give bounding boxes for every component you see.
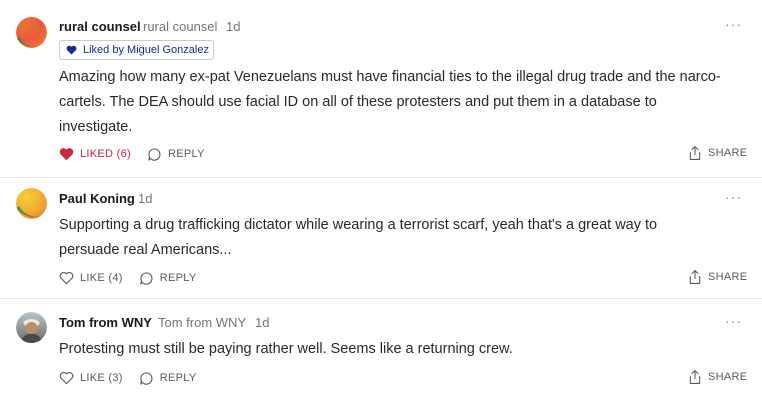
reply-button[interactable]: REPLY xyxy=(139,371,197,386)
share-button[interactable]: SHARE xyxy=(688,145,747,161)
timestamp: 1d xyxy=(226,19,241,34)
heart-icon xyxy=(66,45,77,55)
comment-actions: LIKED (6) REPLY xyxy=(59,145,221,163)
share-button[interactable]: SHARE xyxy=(688,369,747,385)
speech-bubble-icon xyxy=(140,371,153,385)
like-button[interactable]: LIKE (4) xyxy=(59,271,123,285)
comment-actions: LIKE (4) REPLY xyxy=(59,269,213,287)
share-icon xyxy=(689,270,701,284)
author-handle[interactable]: Tom from WNY xyxy=(158,315,246,330)
more-options-icon[interactable]: ··· xyxy=(725,16,742,32)
comment-body: Protesting must still be paying rather w… xyxy=(59,337,749,362)
author-handle[interactable]: rural counsel xyxy=(143,19,217,34)
comment-actions: LIKE (3) REPLY xyxy=(59,369,213,387)
comment-line: persuade real Americans... xyxy=(59,242,232,258)
liked-by-label: Liked by Miguel Gonzalez xyxy=(83,44,209,56)
author-name[interactable]: rural counsel xyxy=(59,19,141,34)
avatar[interactable] xyxy=(16,188,47,219)
comment-line: Protesting must still be paying rather w… xyxy=(59,341,513,357)
share-label: SHARE xyxy=(708,371,748,383)
comment-line: Amazing how many ex-pat Venezuelans must… xyxy=(59,69,721,85)
like-button[interactable]: LIKE (3) xyxy=(59,371,123,385)
speech-bubble-icon xyxy=(140,271,153,285)
like-label: LIKE (4) xyxy=(80,272,123,284)
share-label: SHARE xyxy=(708,271,748,283)
avatar[interactable] xyxy=(16,17,47,48)
comment-line: investigate. xyxy=(59,119,133,135)
author-name[interactable]: Paul Koning xyxy=(59,191,135,206)
liked-by-badge: Liked by Miguel Gonzalez xyxy=(59,40,214,60)
comment-line: Supporting a drug trafficking dictator w… xyxy=(59,217,658,233)
share-button[interactable]: SHARE xyxy=(688,269,747,285)
reply-label: REPLY xyxy=(168,148,205,160)
comment-body: Supporting a drug trafficking dictator w… xyxy=(59,213,749,263)
like-label: LIKED (6) xyxy=(80,148,131,160)
timestamp: 1d xyxy=(255,315,270,330)
heart-outline-icon xyxy=(59,271,74,285)
share-icon xyxy=(689,370,701,384)
share-icon xyxy=(689,146,701,160)
comment-line: cartels. The DEA should use facial ID on… xyxy=(59,94,657,110)
heart-outline-icon xyxy=(59,371,74,385)
speech-bubble-icon xyxy=(148,147,161,161)
comment: Paul Koning 1d ··· Supporting a drug tra… xyxy=(0,178,762,299)
share-label: SHARE xyxy=(708,147,748,159)
timestamp: 1d xyxy=(138,191,153,206)
author-name[interactable]: Tom from WNY xyxy=(59,315,152,330)
like-label: LIKE (3) xyxy=(80,372,123,384)
comment-body: Amazing how many ex-pat Venezuelans must… xyxy=(59,65,749,140)
comment: rural counsel rural counsel 1d ··· Liked… xyxy=(0,0,762,178)
reply-label: REPLY xyxy=(159,372,197,384)
like-button[interactable]: LIKED (6) xyxy=(59,147,131,161)
avatar[interactable] xyxy=(16,312,47,343)
more-options-icon[interactable]: ··· xyxy=(725,189,742,205)
heart-filled-icon xyxy=(59,148,74,161)
reply-label: REPLY xyxy=(159,272,197,284)
comment: Tom from WNY Tom from WNY 1d ··· Protest… xyxy=(0,299,762,412)
reply-button[interactable]: REPLY xyxy=(147,147,205,162)
reply-button[interactable]: REPLY xyxy=(139,271,197,286)
more-options-icon[interactable]: ··· xyxy=(725,313,742,329)
